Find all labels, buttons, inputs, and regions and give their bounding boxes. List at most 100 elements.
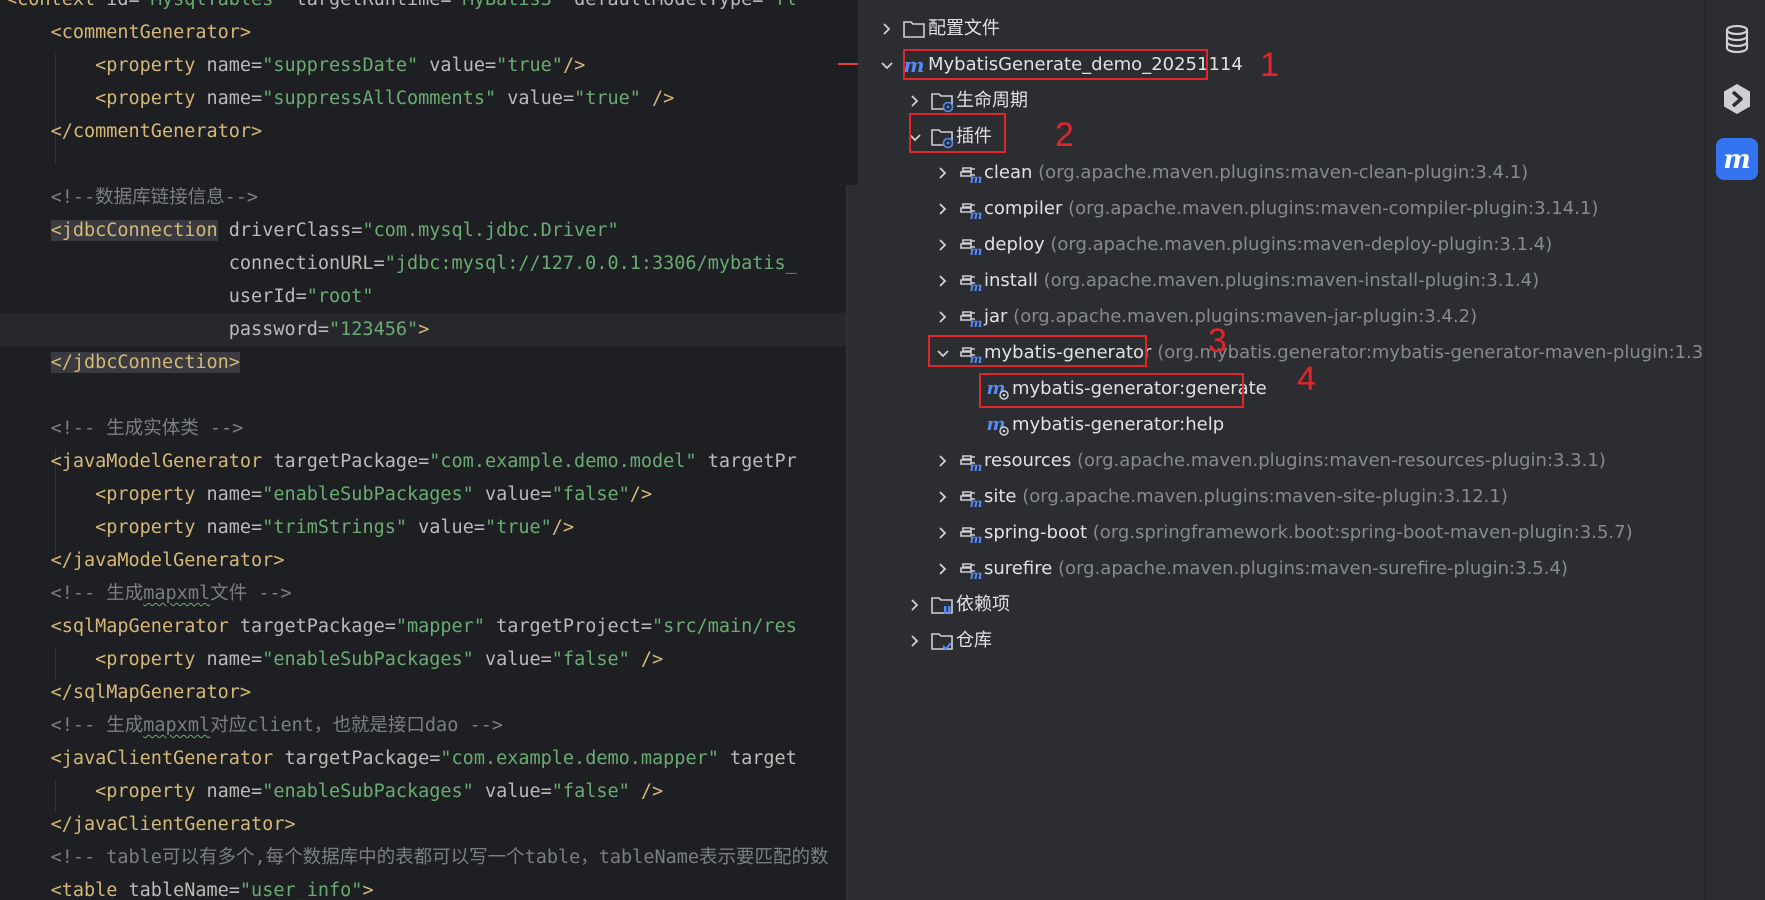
maven-tree-label: spring-boot (org.springframework.boot:sp…	[984, 517, 1633, 549]
maven-tree-row-plugin-spring-boot[interactable]: m spring-boot (org.springframework.boot:s…	[860, 517, 1705, 549]
maven-tree-row-plugin-site[interactable]: m site (org.apache.maven.plugins:maven-si…	[860, 481, 1705, 513]
plugin-icon[interactable]	[1716, 78, 1758, 120]
code-line[interactable]: connectionURL="jdbc:mysql://127.0.0.1:33…	[0, 247, 846, 280]
annotation-box-1	[903, 49, 1208, 80]
code-line[interactable]: <table tableName="user_info">	[0, 874, 846, 900]
folder-library-icon	[930, 593, 954, 617]
maven-tree-row-repositories[interactable]: 仓库	[860, 625, 1705, 657]
chevron-down-icon[interactable]	[880, 49, 894, 81]
chevron-right-icon[interactable]	[936, 517, 950, 549]
code-token: >	[362, 880, 374, 900]
code-line[interactable]: <sqlMapGenerator targetPackage="mapper" …	[0, 610, 846, 643]
code-token: name=	[206, 484, 263, 505]
code-line[interactable]: <!-- 生成mapxml对应client，也就是接口dao -->	[0, 709, 846, 742]
code-line[interactable]: </commentGenerator>	[0, 115, 846, 148]
chevron-right-icon[interactable]	[936, 193, 950, 225]
code-line[interactable]	[0, 379, 846, 412]
code-token: "true"	[574, 88, 653, 109]
chevron-right-icon[interactable]	[936, 481, 950, 513]
code-line[interactable]: <property name="trimStrings" value="true…	[0, 511, 846, 544]
code-line[interactable]: <property name="suppressAllComments" val…	[0, 82, 846, 115]
code-token: <sqlMapGenerator	[50, 616, 240, 637]
maven-tree-row-plugin-clean[interactable]: m clean (org.apache.maven.plugins:maven-c…	[860, 157, 1705, 189]
maven-plugin-icon: m	[958, 269, 982, 294]
code-line[interactable]: <!--数据库链接信息-->	[0, 181, 846, 214]
maven-node-name: surefire	[984, 558, 1053, 579]
chevron-right-icon[interactable]	[936, 265, 950, 297]
maven-tree-row-plugin-jar[interactable]: m jar (org.apache.maven.plugins:maven-jar…	[860, 301, 1705, 333]
chevron-right-icon[interactable]	[936, 157, 950, 189]
code-line[interactable]: <!-- 生成mapxml文件 -->	[0, 577, 846, 610]
maven-node-name: resources	[984, 450, 1072, 471]
code-token: targetPackage=	[239, 616, 396, 637]
code-line[interactable]: password="123456">	[0, 313, 846, 346]
chevron-right-icon[interactable]	[936, 445, 950, 477]
code-token: "MyBatis3"	[452, 0, 575, 10]
code-line[interactable]: <property name="suppressDate" value="tru…	[0, 49, 846, 82]
code-line[interactable]: </sqlMapGenerator>	[0, 676, 846, 709]
chevron-right-icon[interactable]	[880, 13, 894, 45]
code-line[interactable]: </jdbcConnection>	[0, 346, 846, 379]
maven-tree-row-plugin-resources[interactable]: m resources (org.apache.maven.plugins:mav…	[860, 445, 1705, 477]
maven-icon[interactable]: m	[1716, 138, 1758, 180]
chevron-right-icon[interactable]	[908, 625, 922, 657]
code-token: <context	[6, 0, 106, 10]
code-editor[interactable]: <context id="MysqlTables" targetRuntime=…	[0, 0, 860, 900]
code-token: "false"	[551, 781, 641, 802]
code-token: targetRuntime=	[296, 0, 452, 10]
maven-tree-row-dependencies[interactable]: 依赖项	[860, 589, 1705, 621]
chevron-right-icon[interactable]	[936, 229, 950, 261]
svg-text:m: m	[1723, 145, 1751, 175]
code-line[interactable]: <javaClientGenerator targetPackage="com.…	[0, 742, 846, 775]
annotation-box-4	[979, 373, 1244, 408]
maven-node-coordinates: (org.springframework.boot:spring-boot-ma…	[1092, 522, 1633, 543]
code-line[interactable]: </javaModelGenerator>	[0, 544, 846, 577]
code-token: "com.example.demo.model"	[429, 451, 708, 472]
maven-tree-row-plugin-compiler[interactable]: m compiler (org.apache.maven.plugins:mave…	[860, 193, 1705, 225]
code-token: </commentGenerator>	[50, 121, 263, 142]
code-token: />	[640, 649, 664, 670]
code-line[interactable]: <property name="enableSubPackages" value…	[0, 775, 846, 808]
database-icon[interactable]	[1716, 18, 1758, 60]
maven-tree-row-profiles[interactable]: 配置文件	[860, 13, 1705, 45]
maven-node-coordinates: (org.apache.maven.plugins:maven-deploy-p…	[1050, 234, 1553, 255]
maven-tree-row-plugin-deploy[interactable]: m deploy (org.apache.maven.plugins:maven-…	[860, 229, 1705, 261]
maven-tree-label: site (org.apache.maven.plugins:maven-sit…	[984, 481, 1508, 513]
code-token: <!-- table可以有多个,每个数据库中的表都可以写一个table，tabl…	[50, 847, 829, 868]
code-token: />	[551, 517, 575, 538]
maven-plugin-icon: m	[958, 233, 982, 258]
chevron-right-icon[interactable]	[936, 301, 950, 333]
maven-tree-row-plugin-install[interactable]: m install (org.apache.maven.plugins:maven…	[860, 265, 1705, 297]
code-token: >	[418, 319, 430, 340]
maven-tree-row-goal-help[interactable]: m mybatis-generator:help	[860, 409, 1705, 441]
maven-node-name: 配置文件	[928, 18, 1000, 39]
code-token: <javaClientGenerator	[50, 748, 285, 769]
chevron-right-icon[interactable]	[936, 553, 950, 585]
code-line[interactable]: <context id="MysqlTables" targetRuntime=…	[0, 0, 846, 16]
code-token: userId=	[228, 286, 307, 307]
code-line[interactable]: </javaClientGenerator>	[0, 808, 846, 841]
annotation-dash	[838, 63, 858, 65]
maven-node-name: 仓库	[956, 630, 992, 651]
code-line[interactable]: <javaModelGenerator targetPackage="com.e…	[0, 445, 846, 478]
code-line[interactable]: <!-- 生成实体类 -->	[0, 412, 846, 445]
code-token: "com.mysql.jdbc.Driver"	[362, 220, 619, 241]
chevron-right-icon[interactable]	[908, 589, 922, 621]
code-line[interactable]: <commentGenerator>	[0, 16, 846, 49]
svg-text:m: m	[970, 280, 982, 293]
svg-text:m: m	[970, 172, 982, 185]
code-line[interactable]: <property name="enableSubPackages" value…	[0, 643, 846, 676]
code-line[interactable]: <!-- table可以有多个,每个数据库中的表都可以写一个table，tabl…	[0, 841, 846, 874]
code-line[interactable]: userId="root"	[0, 280, 846, 313]
code-line[interactable]: <jdbcConnection driverClass="com.mysql.j…	[0, 214, 846, 247]
maven-tree-row-plugin-surefire[interactable]: m surefire (org.apache.maven.plugins:mave…	[860, 553, 1705, 585]
folder-icon	[902, 17, 926, 41]
code-line[interactable]	[0, 148, 846, 181]
code-token: "true"	[496, 55, 563, 76]
code-line[interactable]: <property name="enableSubPackages" value…	[0, 478, 846, 511]
